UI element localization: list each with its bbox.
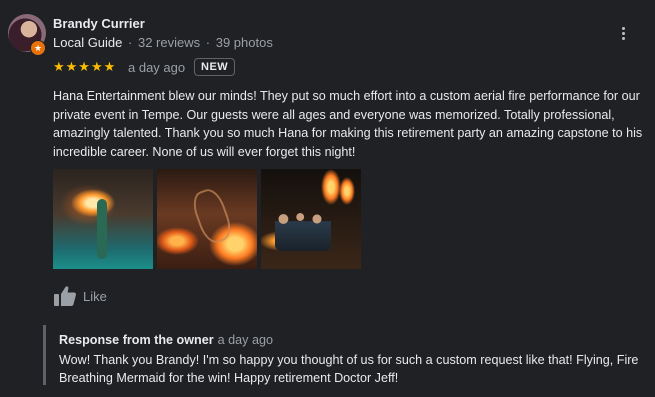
review-date: a day ago [128, 60, 186, 75]
meta-separator: · [128, 35, 133, 50]
review-photo-3[interactable] [261, 169, 361, 269]
new-badge: NEW [194, 58, 236, 76]
reviewer-meta: Local Guide · 32 reviews · 39 photos [53, 35, 273, 50]
owner-response-title: Response from the owner [59, 333, 214, 347]
like-button[interactable]: Like [53, 285, 107, 307]
local-guide-label: Local Guide [53, 35, 123, 50]
owner-response: Response from the owner a day ago Wow! Th… [43, 325, 651, 385]
owner-response-text: Wow! Thank you Brandy! I'm so happy you … [59, 353, 639, 385]
review-text: Hana Entertainment blew our minds! They … [53, 89, 643, 159]
review-photo-2[interactable] [157, 169, 257, 269]
more-vert-icon[interactable] [614, 24, 632, 42]
reviewer-name[interactable]: Brandy Currier [53, 16, 145, 31]
thumbs-up-icon [53, 285, 77, 307]
star-rating: ★★★★★ [53, 59, 117, 74]
meta-separator: · [205, 35, 211, 50]
owner-response-date: a day ago [217, 333, 273, 347]
review-photo-1[interactable] [53, 169, 153, 269]
review-count: 32 reviews [137, 35, 201, 50]
like-label: Like [83, 288, 107, 304]
photo-count: 39 photos [215, 35, 273, 50]
review-photos [53, 169, 361, 269]
owner-response-header: Response from the owner a day ago [59, 333, 273, 347]
local-guide-star-icon: ★ [30, 40, 46, 56]
